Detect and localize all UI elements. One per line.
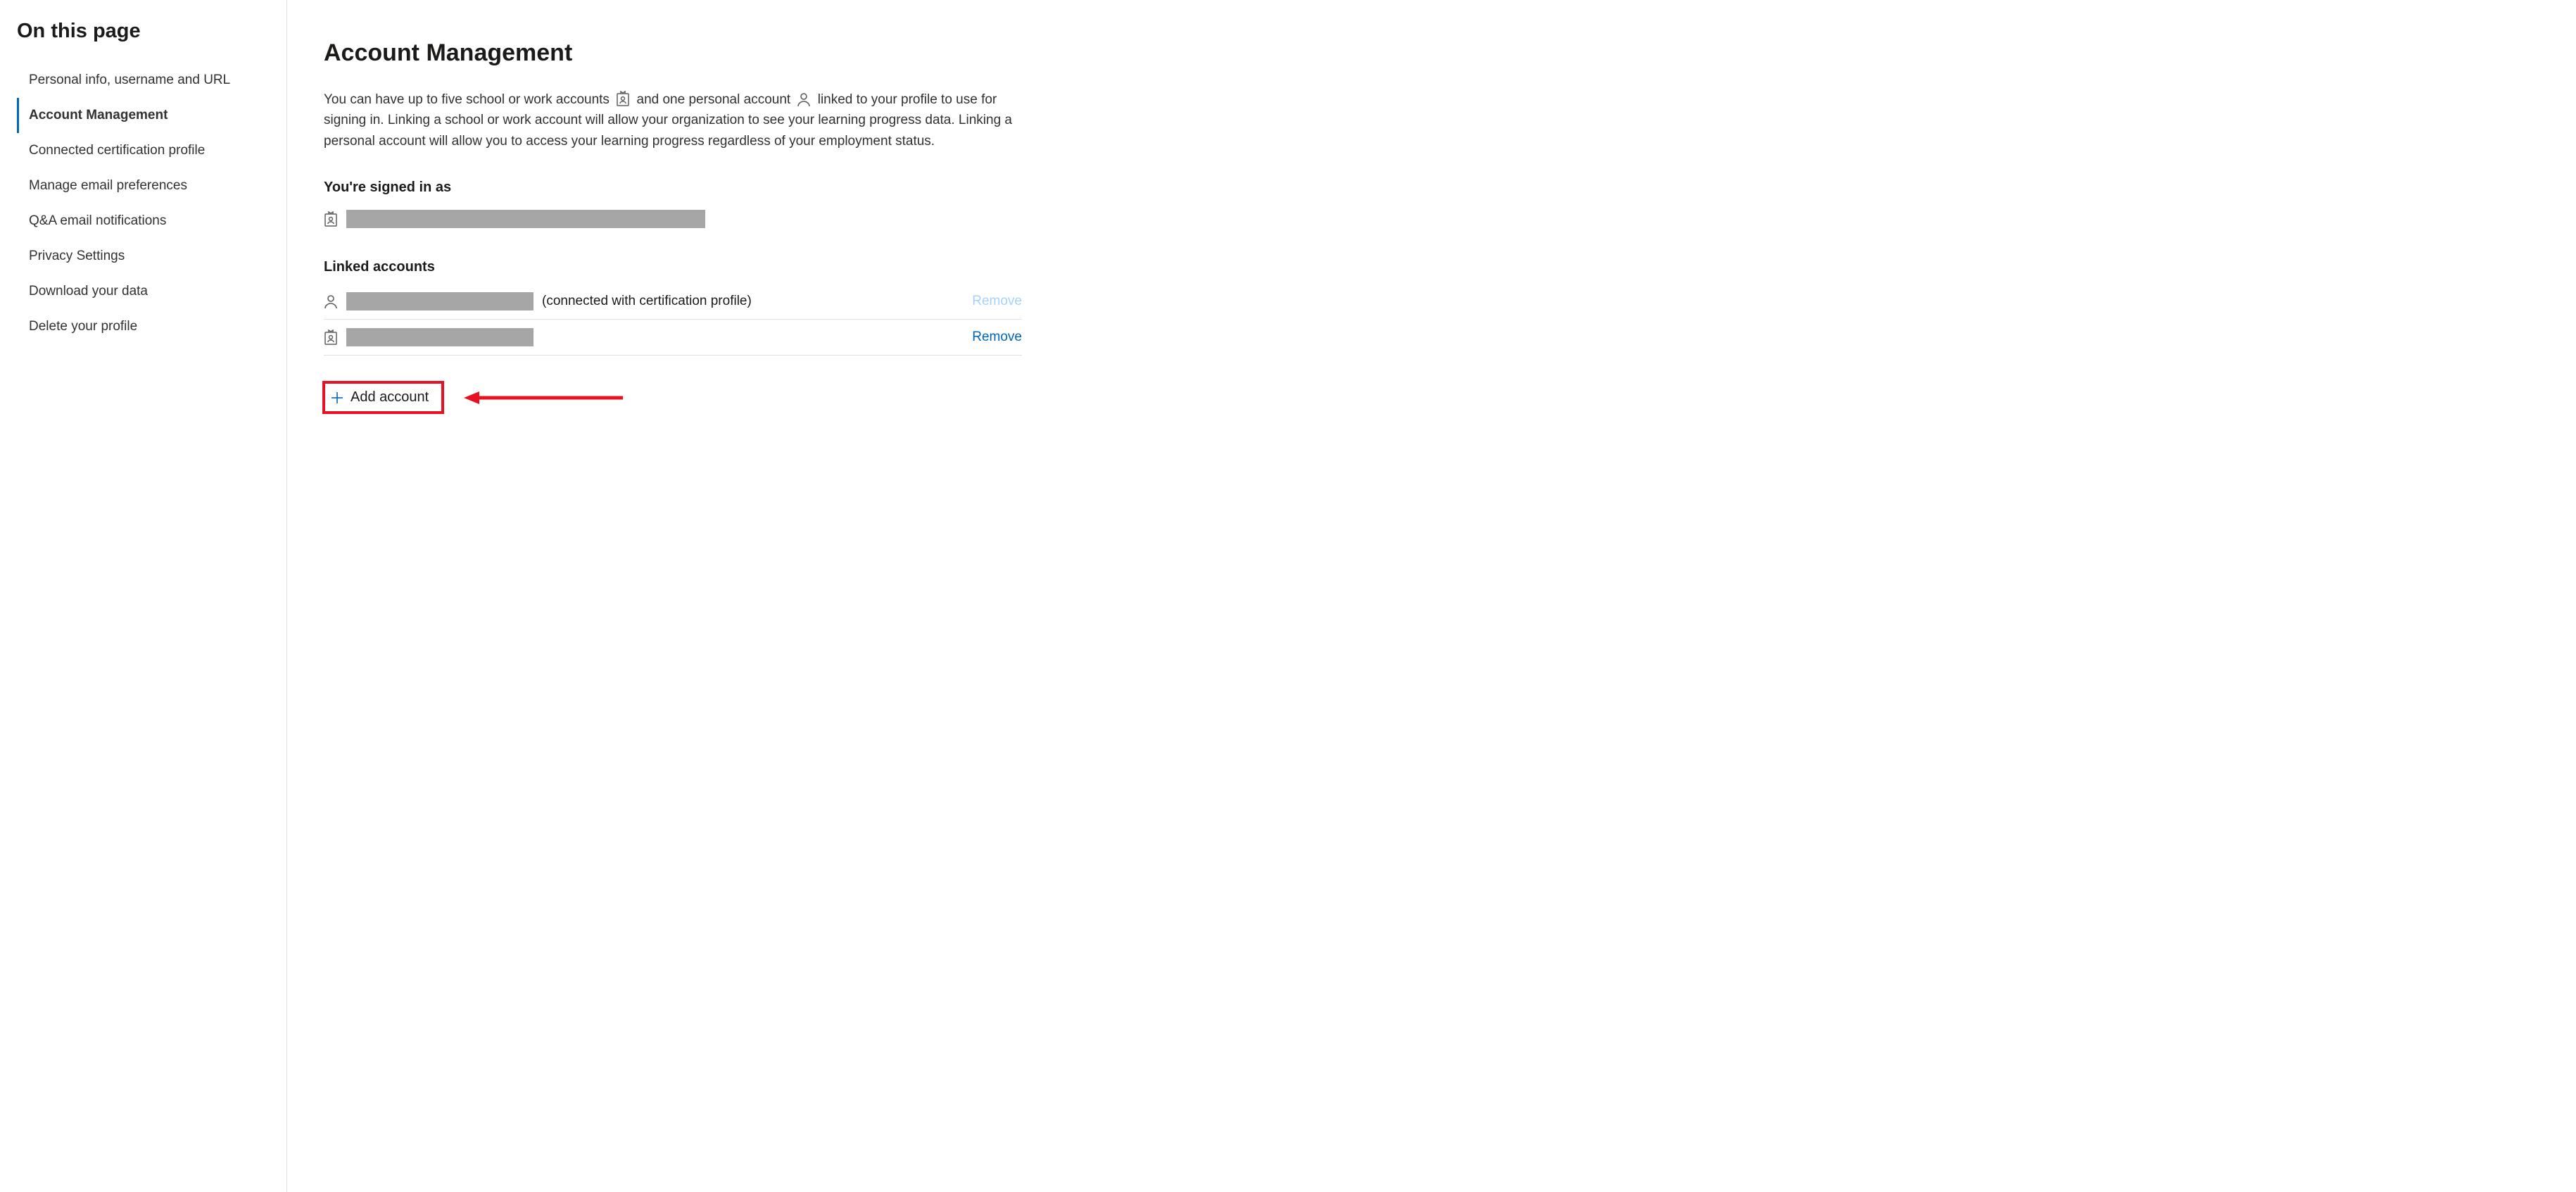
plus-icon bbox=[331, 391, 343, 404]
annotation-arrow bbox=[462, 388, 624, 408]
remove-account-link[interactable]: Remove bbox=[972, 294, 1022, 309]
signed-in-heading: You're signed in as bbox=[324, 180, 1022, 196]
add-account-button[interactable]: Add account bbox=[324, 382, 443, 413]
page-title: Account Management bbox=[324, 39, 1022, 67]
sidebar-items: Personal info, username and URL Account … bbox=[17, 63, 270, 344]
main-content: Account Management You can have up to fi… bbox=[287, 0, 1061, 1192]
linked-accounts-section: Linked accounts (connected with certific… bbox=[324, 259, 1022, 356]
person-icon bbox=[797, 92, 811, 107]
sidebar-item-connected-certification[interactable]: Connected certification profile bbox=[17, 133, 270, 168]
remove-account-link[interactable]: Remove bbox=[972, 330, 1022, 345]
badge-icon bbox=[324, 329, 338, 346]
sidebar-item-download-data[interactable]: Download your data bbox=[17, 274, 270, 309]
linked-account-row: (connected with certification profile) R… bbox=[324, 284, 1022, 320]
sidebar-item-account-management[interactable]: Account Management bbox=[17, 98, 270, 133]
account-description: You can have up to five school or work a… bbox=[324, 89, 1022, 151]
sidebar-item-privacy-settings[interactable]: Privacy Settings bbox=[17, 239, 270, 274]
add-account-label: Add account bbox=[351, 389, 429, 406]
signed-in-section: You're signed in as bbox=[324, 180, 1022, 234]
sidebar-item-delete-profile[interactable]: Delete your profile bbox=[17, 309, 270, 344]
linked-account-row: Remove bbox=[324, 320, 1022, 356]
account-note: (connected with certification profile) bbox=[542, 294, 752, 309]
sidebar-item-email-preferences[interactable]: Manage email preferences bbox=[17, 168, 270, 203]
redacted-account-name bbox=[346, 210, 705, 228]
linked-accounts-list: (connected with certification profile) R… bbox=[324, 284, 1022, 356]
badge-icon bbox=[324, 211, 338, 227]
linked-accounts-heading: Linked accounts bbox=[324, 259, 1022, 275]
redacted-account-name bbox=[346, 292, 533, 310]
badge-icon bbox=[616, 90, 630, 107]
on-this-page-nav: On this page Personal info, username and… bbox=[0, 0, 287, 1192]
redacted-account-name bbox=[346, 328, 533, 346]
sidebar-title: On this page bbox=[17, 20, 270, 43]
person-icon bbox=[324, 294, 338, 309]
signed-in-account-row bbox=[324, 204, 1022, 234]
sidebar-item-qa-notifications[interactable]: Q&A email notifications bbox=[17, 203, 270, 239]
sidebar-item-personal-info[interactable]: Personal info, username and URL bbox=[17, 63, 270, 98]
